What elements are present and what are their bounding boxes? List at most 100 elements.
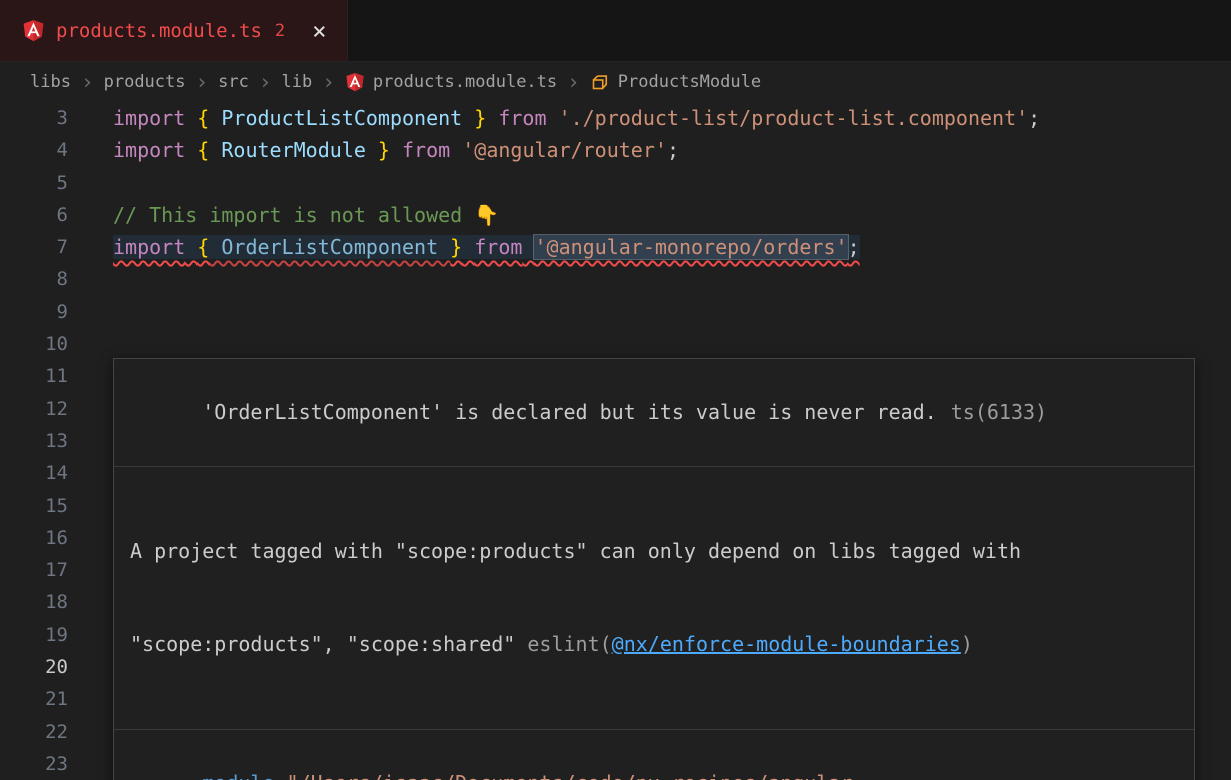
chevron-right-icon: ›	[195, 72, 210, 93]
line-content	[68, 167, 1231, 199]
code-token: {	[197, 106, 209, 130]
breadcrumb-item-products-module-ts[interactable]: products.module.ts	[345, 72, 557, 92]
breadcrumb-item-products[interactable]: products	[104, 72, 186, 92]
code-token	[185, 235, 197, 259]
code-line-8[interactable]: 8	[0, 263, 1231, 295]
eslint-source-prefix: eslint(	[527, 632, 611, 656]
line-number: 15	[0, 490, 68, 522]
line-number: 8	[0, 263, 68, 295]
chevron-right-icon: ›	[258, 72, 273, 93]
line-number: 6	[0, 199, 68, 231]
line-number: 5	[0, 167, 68, 199]
line-number: 14	[0, 457, 68, 489]
breadcrumb-item-lib[interactable]: lib	[282, 72, 313, 92]
eslint-rule-link[interactable]: @nx/enforce-module-boundaries	[612, 632, 961, 656]
line-content: // This import is not allowed 👇	[68, 199, 1231, 231]
line-number: 20	[0, 651, 68, 683]
hover-eslint-error: A project tagged with "scope:products" c…	[114, 467, 1194, 730]
line-number: 17	[0, 554, 68, 586]
breadcrumb-label: libs	[30, 72, 71, 92]
code-token	[486, 106, 498, 130]
code-token: {	[197, 235, 209, 259]
code-token: }	[474, 106, 486, 130]
angular-file-icon	[22, 19, 45, 42]
hover-ts-error: 'OrderListComponent' is declared but its…	[114, 359, 1194, 467]
line-content: import { OrderListComponent } from '@ang…	[68, 231, 1231, 263]
eslint-source-suffix: )	[961, 632, 973, 656]
line-content	[68, 296, 1231, 328]
code-line-6[interactable]: 6// This import is not allowed 👇	[0, 199, 1231, 231]
code-line-3[interactable]: 3import { ProductListComponent } from '.…	[0, 102, 1231, 134]
code-line-7[interactable]: 7 import { OrderListComponent } from '@an…	[0, 231, 1231, 263]
chevron-right-icon: ›	[321, 72, 336, 93]
code-token: // This import is not allowed	[113, 203, 474, 227]
code-token	[185, 106, 197, 130]
code-line-5[interactable]: 5	[0, 167, 1231, 199]
code-token	[450, 138, 462, 162]
code-token	[522, 235, 534, 259]
code-token	[390, 138, 402, 162]
code-token: from	[474, 235, 522, 259]
line-number: 23	[0, 748, 68, 780]
eslint-error-line2: "scope:products", "scope:shared" eslint(…	[130, 629, 1178, 660]
symbol-class-icon	[590, 72, 610, 92]
code-token: import	[113, 235, 185, 259]
code-token: RouterModule	[209, 138, 378, 162]
eslint-error-line1: A project tagged with "scope:products" c…	[130, 536, 1178, 567]
line-number: 16	[0, 522, 68, 554]
code-token: import	[113, 106, 185, 130]
breadcrumb-label: products.module.ts	[373, 72, 557, 92]
code-token: }	[450, 235, 462, 259]
tab-bar: products.module.ts 2 ×	[0, 0, 1231, 62]
code-token	[547, 106, 559, 130]
code-token	[462, 235, 474, 259]
breadcrumb-label: src	[218, 72, 249, 92]
chevron-right-icon: ›	[80, 72, 95, 93]
tab-title: products.module.ts	[56, 20, 262, 42]
breadcrumb-item-libs[interactable]: libs	[30, 72, 71, 92]
code-line-10[interactable]: 10	[0, 328, 1231, 360]
code-token: ;	[848, 235, 860, 259]
ts-error-message: 'OrderListComponent' is declared but its…	[202, 400, 937, 424]
hover-popup: 'OrderListComponent' is declared but its…	[113, 358, 1195, 780]
code-token: import	[113, 138, 185, 162]
ts-error-code: ts(6133)	[951, 400, 1047, 424]
breadcrumb: libs › products › src › lib › products.module.t…	[0, 62, 1231, 102]
breadcrumb-item-productsmodule[interactable]: ProductsModule	[590, 72, 761, 92]
code-token: '@angular/router'	[462, 138, 667, 162]
breadcrumb-item-src[interactable]: src	[218, 72, 249, 92]
line-number: 7	[0, 231, 68, 263]
code-token: ;	[1028, 106, 1040, 130]
line-number: 11	[0, 360, 68, 392]
code-token: 👇	[474, 203, 499, 227]
line-content	[68, 328, 1231, 360]
breadcrumb-label: lib	[282, 72, 313, 92]
line-number: 21	[0, 683, 68, 715]
line-number: 12	[0, 393, 68, 425]
tab-problem-count-badge: 2	[275, 21, 285, 41]
tab-products-module-ts[interactable]: products.module.ts 2 ×	[0, 0, 348, 61]
editor[interactable]: 3import { ProductListComponent } from '.…	[0, 102, 1231, 780]
code-token: ProductListComponent	[209, 106, 474, 130]
close-icon[interactable]: ×	[312, 19, 326, 43]
error-squiggle-range: import { OrderListComponent } from '@ang…	[113, 235, 860, 259]
code-token: {	[197, 138, 209, 162]
code-token: OrderListComponent	[209, 235, 450, 259]
hover-module-info: module "/Users/isaac/Documents/code/nx-r…	[114, 730, 1194, 780]
line-number: 18	[0, 586, 68, 618]
module-path-line1: "/Users/isaac/Documents/code/nx-recipes/…	[287, 771, 865, 780]
code-token: }	[378, 138, 390, 162]
code-line-4[interactable]: 4import { RouterModule } from '@angular/…	[0, 134, 1231, 166]
line-content: import { RouterModule } from '@angular/r…	[68, 134, 1231, 166]
breadcrumb-label: ProductsModule	[618, 72, 761, 92]
line-number: 10	[0, 328, 68, 360]
code-token: '@angular-monorepo/orders'	[534, 235, 847, 259]
code-line-9[interactable]: 9	[0, 296, 1231, 328]
angular-icon	[345, 72, 365, 92]
line-number: 22	[0, 716, 68, 748]
line-number: 19	[0, 619, 68, 651]
line-content: import { ProductListComponent } from './…	[68, 102, 1231, 134]
code-token: from	[402, 138, 450, 162]
code-token: ;	[667, 138, 679, 162]
chevron-right-icon: ›	[566, 72, 581, 93]
